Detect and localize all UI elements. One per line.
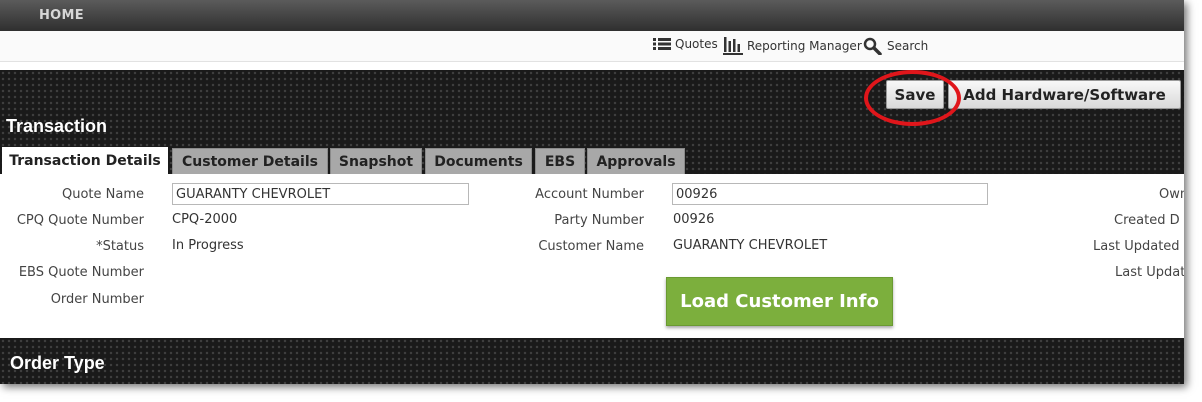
customer-name-value: GUARANTY CHEVROLET — [673, 238, 828, 253]
tab-ebs[interactable]: EBS — [535, 148, 585, 174]
order-type-title: Order Type — [10, 353, 105, 373]
bar-chart-icon — [723, 37, 743, 55]
search-link[interactable]: Search — [863, 37, 928, 55]
toolbar: Quotes Reporting Manager Search — [0, 31, 1184, 62]
party-number-label: Party Number — [554, 213, 644, 228]
order-number-label: Order Number — [50, 292, 144, 307]
quotes-label: Quotes — [675, 37, 718, 51]
load-customer-info-button[interactable]: Load Customer Info — [666, 277, 893, 326]
quote-name-input[interactable] — [172, 183, 469, 205]
top-nav-bar: HOME — [0, 0, 1184, 31]
home-link[interactable]: HOME — [39, 8, 84, 23]
transaction-title: Transaction — [6, 116, 108, 136]
status-label: *Status — [96, 239, 144, 254]
last-updated-by-label: Last Updat — [1115, 265, 1184, 280]
customer-name-label: Customer Name — [538, 239, 644, 254]
quotes-link[interactable]: Quotes — [653, 37, 718, 51]
account-number-label: Account Number — [535, 187, 644, 202]
tab-snapshot[interactable]: Snapshot — [330, 148, 422, 174]
tab-transaction-details[interactable]: Transaction Details — [2, 147, 168, 174]
created-date-label: Created D — [1114, 213, 1180, 228]
status-value: In Progress — [172, 238, 244, 253]
list-icon — [653, 38, 671, 50]
search-label: Search — [887, 39, 929, 53]
tab-customer-details[interactable]: Customer Details — [172, 148, 328, 174]
ebs-quote-number-label: EBS Quote Number — [18, 265, 144, 280]
owner-label: Own — [1159, 187, 1184, 202]
tab-approvals[interactable]: Approvals — [587, 148, 685, 174]
tab-documents[interactable]: Documents — [425, 148, 532, 174]
quote-name-label: Quote Name — [61, 187, 144, 202]
order-type-header-band — [0, 338, 1184, 384]
cpq-quote-number-label: CPQ Quote Number — [16, 213, 144, 228]
account-number-input[interactable] — [672, 183, 988, 205]
reporting-manager-link[interactable]: Reporting Manager — [723, 37, 862, 55]
party-number-value: 00926 — [673, 212, 715, 227]
app-window: HOME Quotes Reporting Manager Search Sav… — [0, 0, 1184, 384]
search-icon — [863, 37, 882, 55]
reporting-manager-label: Reporting Manager — [747, 39, 862, 53]
cpq-quote-number-value: CPQ-2000 — [172, 212, 238, 227]
save-button[interactable]: Save — [886, 80, 944, 109]
add-hardware-software-button[interactable]: Add Hardware/Software — [948, 80, 1181, 109]
last-updated-label: Last Updated — [1093, 239, 1180, 254]
